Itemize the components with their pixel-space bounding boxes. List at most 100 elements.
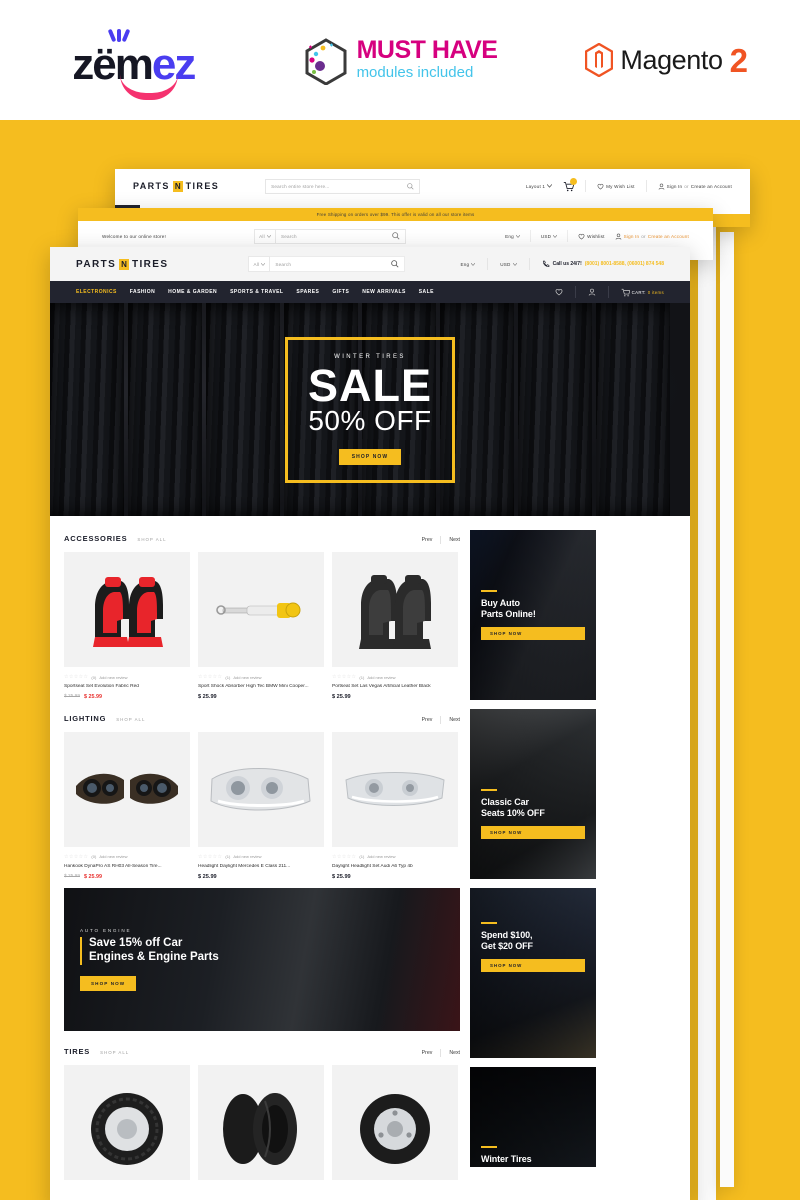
prev-button[interactable]: Prev: [422, 1050, 433, 1056]
chevron-down-icon: [266, 234, 271, 238]
prev-button[interactable]: Prev: [422, 537, 433, 543]
product-old-price: $ 25.99: [64, 694, 81, 700]
product-card[interactable]: [64, 1064, 190, 1180]
create-account-link[interactable]: Create an Account: [691, 184, 732, 189]
call-us-block[interactable]: Call us 24/7! (8001) 8001-8588, (06001) …: [542, 260, 664, 268]
section-header-lighting: LIGHTING SHOP ALL Prev Next: [64, 700, 460, 732]
product-thumb-headlights-pair[interactable]: [64, 731, 190, 847]
prev-button[interactable]: Prev: [422, 717, 433, 723]
product-name[interactable]: Portseat Set Las Vegas Artificial Leathe…: [332, 684, 458, 690]
product-name[interactable]: Sportseat Set Evolution Fabric Red: [64, 684, 190, 690]
product-card[interactable]: ☆☆☆☆☆ (0) Add new review Hankook DynaPro…: [64, 731, 190, 880]
nav-item-spares[interactable]: SPARES: [296, 289, 319, 295]
product-thumb-tire-2[interactable]: [198, 1064, 324, 1180]
category-select-variant-2[interactable]: All: [254, 228, 276, 244]
product-card[interactable]: ☆☆☆☆☆ (0) Add new review Sportseat Set E…: [64, 552, 190, 700]
layout-select[interactable]: Layout 1: [526, 184, 553, 189]
account-links-variant-2[interactable]: Sign In or Create an Account: [615, 233, 689, 240]
next-button[interactable]: Next: [449, 537, 460, 543]
divider: [487, 258, 489, 270]
wishlist-icon[interactable]: [555, 288, 563, 296]
shop-all-link[interactable]: SHOP ALL: [137, 537, 166, 542]
hero-shop-now-button[interactable]: SHOP NOW: [338, 448, 402, 465]
store-logo-variant-1[interactable]: PARTS N TIRES: [133, 180, 219, 192]
nav-item-sale[interactable]: SALE: [419, 289, 434, 295]
rating[interactable]: ☆☆☆☆☆ (0) Add new review: [64, 854, 190, 860]
signin-link[interactable]: Sign In: [624, 234, 640, 239]
product-thumb-headlight-audi[interactable]: [332, 731, 458, 847]
product-card[interactable]: ☆☆☆☆☆ (1) Add new review Headlight Dayli…: [198, 731, 324, 880]
product-thumb-tire-3[interactable]: [332, 1064, 458, 1180]
rating[interactable]: ☆☆☆☆☆ (1) Add new review: [198, 854, 324, 860]
rating[interactable]: ☆☆☆☆☆ (0) Add new review: [64, 674, 190, 680]
language-select-variant-2[interactable]: Eng: [505, 234, 520, 239]
rating[interactable]: ☆☆☆☆☆ (1) Add new review: [198, 674, 324, 680]
nav-item-fashion[interactable]: FASHION: [130, 289, 155, 295]
account-links-variant-1[interactable]: Sign In or Create an Account: [658, 183, 732, 190]
wishlist-link-variant-2[interactable]: Wishlist: [578, 233, 604, 240]
must-have-logo: MUST HAVE modules included: [267, 35, 534, 85]
product-thumb-tire-1[interactable]: [64, 1064, 190, 1180]
side-banner-shop-now-button[interactable]: SHOP NOW: [481, 826, 585, 840]
cart-block[interactable]: CART: 0 items: [621, 288, 664, 297]
currency-select-variant-2[interactable]: USD: [541, 234, 558, 239]
shop-all-link[interactable]: SHOP ALL: [100, 1050, 129, 1055]
product-thumb-shock-absorber[interactable]: [198, 552, 324, 667]
hero-kicker: WINTER TIRES: [334, 354, 406, 361]
currency-select[interactable]: USD: [500, 262, 517, 267]
product-card[interactable]: ☆☆☆☆☆ (1) Add new review Daylight Headli…: [332, 731, 458, 880]
shop-all-link[interactable]: SHOP ALL: [116, 717, 145, 722]
add-review-link[interactable]: Add new review: [99, 675, 127, 680]
product-row-lighting: ☆☆☆☆☆ (0) Add new review Hankook DynaPro…: [64, 731, 460, 880]
product-card[interactable]: [332, 1064, 458, 1180]
rating-count: (1): [359, 854, 365, 860]
side-banner-buy-auto-parts[interactable]: Buy Auto Parts Online! SHOP NOW: [470, 530, 596, 700]
signin-link[interactable]: Sign In: [667, 184, 683, 189]
account-icon[interactable]: [588, 288, 596, 296]
nav-item-gifts[interactable]: GIFTS: [332, 289, 349, 295]
chevron-down-icon: [553, 234, 558, 238]
search-input[interactable]: Search: [270, 256, 406, 272]
product-name[interactable]: Headlight Daylight Mercedes E Class 211.…: [198, 864, 324, 870]
language-select[interactable]: Eng: [460, 262, 476, 267]
wide-banner-shop-now-button[interactable]: SHOP NOW: [80, 975, 137, 991]
wishlist-link-variant-1[interactable]: My Wish List: [597, 183, 634, 190]
create-account-link[interactable]: Create an Account: [648, 234, 689, 239]
side-banner-winter-tires[interactable]: Winter Tires: [470, 1067, 596, 1167]
hero-banner[interactable]: WINTER TIRES SALE 50% OFF SHOP NOW: [50, 303, 690, 516]
store-preview-window-main: PARTS N TIRES All Search Eng USD Call us…: [50, 247, 690, 1200]
side-banner-classic-car-seats[interactable]: Classic Car Seats 10% OFF SHOP NOW: [470, 709, 596, 879]
add-review-link[interactable]: Add new review: [233, 675, 261, 680]
nav-item-home-garden[interactable]: HOME & GARDEN: [168, 289, 217, 295]
rating[interactable]: ☆☆☆☆☆ (1) Add new review: [332, 854, 458, 860]
store-logo[interactable]: PARTS N TIRES: [76, 258, 168, 270]
add-review-link[interactable]: Add new review: [233, 854, 261, 859]
next-button[interactable]: Next: [449, 717, 460, 723]
product-card[interactable]: ☆☆☆☆☆ (1) Add new review Sport Shock Abs…: [198, 552, 324, 700]
product-thumb-car-seats-red[interactable]: [64, 552, 190, 667]
side-banner-spend-100-get-20[interactable]: Spend $100, Get $20 OFF SHOP NOW: [470, 888, 596, 1058]
product-card[interactable]: ☆☆☆☆☆ (1) Add new review Portseat Set La…: [332, 552, 458, 700]
product-name[interactable]: Daylight Headlight Set Audi A6 Typ 4b: [332, 864, 458, 870]
add-review-link[interactable]: Add new review: [99, 854, 127, 859]
side-banner-shop-now-button[interactable]: SHOP NOW: [481, 627, 585, 641]
next-button[interactable]: Next: [449, 1050, 460, 1056]
search-input-variant-1[interactable]: Search entire store here...: [265, 178, 421, 194]
cart-icon[interactable]: [563, 177, 578, 192]
add-review-link[interactable]: Add new review: [367, 675, 395, 680]
side-banner-shop-now-button[interactable]: SHOP NOW: [481, 959, 585, 973]
nav-item-electronics[interactable]: ELECTRONICS: [76, 289, 117, 295]
category-select[interactable]: All: [248, 256, 271, 272]
product-thumb-headlight-mercedes[interactable]: [198, 731, 324, 847]
product-card[interactable]: [198, 1064, 324, 1180]
chevron-down-icon: [512, 262, 517, 266]
product-thumb-car-seats-black[interactable]: [332, 552, 458, 667]
product-name[interactable]: Hankook DynaPro AS RH03 All-Season Tire.…: [64, 864, 190, 870]
product-name[interactable]: Sport Shock Absorber High Tec BMW Mini C…: [198, 684, 324, 690]
wide-promo-banner-auto-engine[interactable]: AUTO ENGINE Save 15% off Car Engines & E…: [64, 887, 460, 1031]
rating[interactable]: ☆☆☆☆☆ (1) Add new review: [332, 674, 458, 680]
nav-item-new-arrivals[interactable]: NEW ARRIVALS: [362, 289, 405, 295]
search-input-variant-2[interactable]: Search: [276, 228, 406, 244]
add-review-link[interactable]: Add new review: [367, 854, 395, 859]
nav-item-sports-travel[interactable]: SPORTS & TRAVEL: [230, 289, 283, 295]
